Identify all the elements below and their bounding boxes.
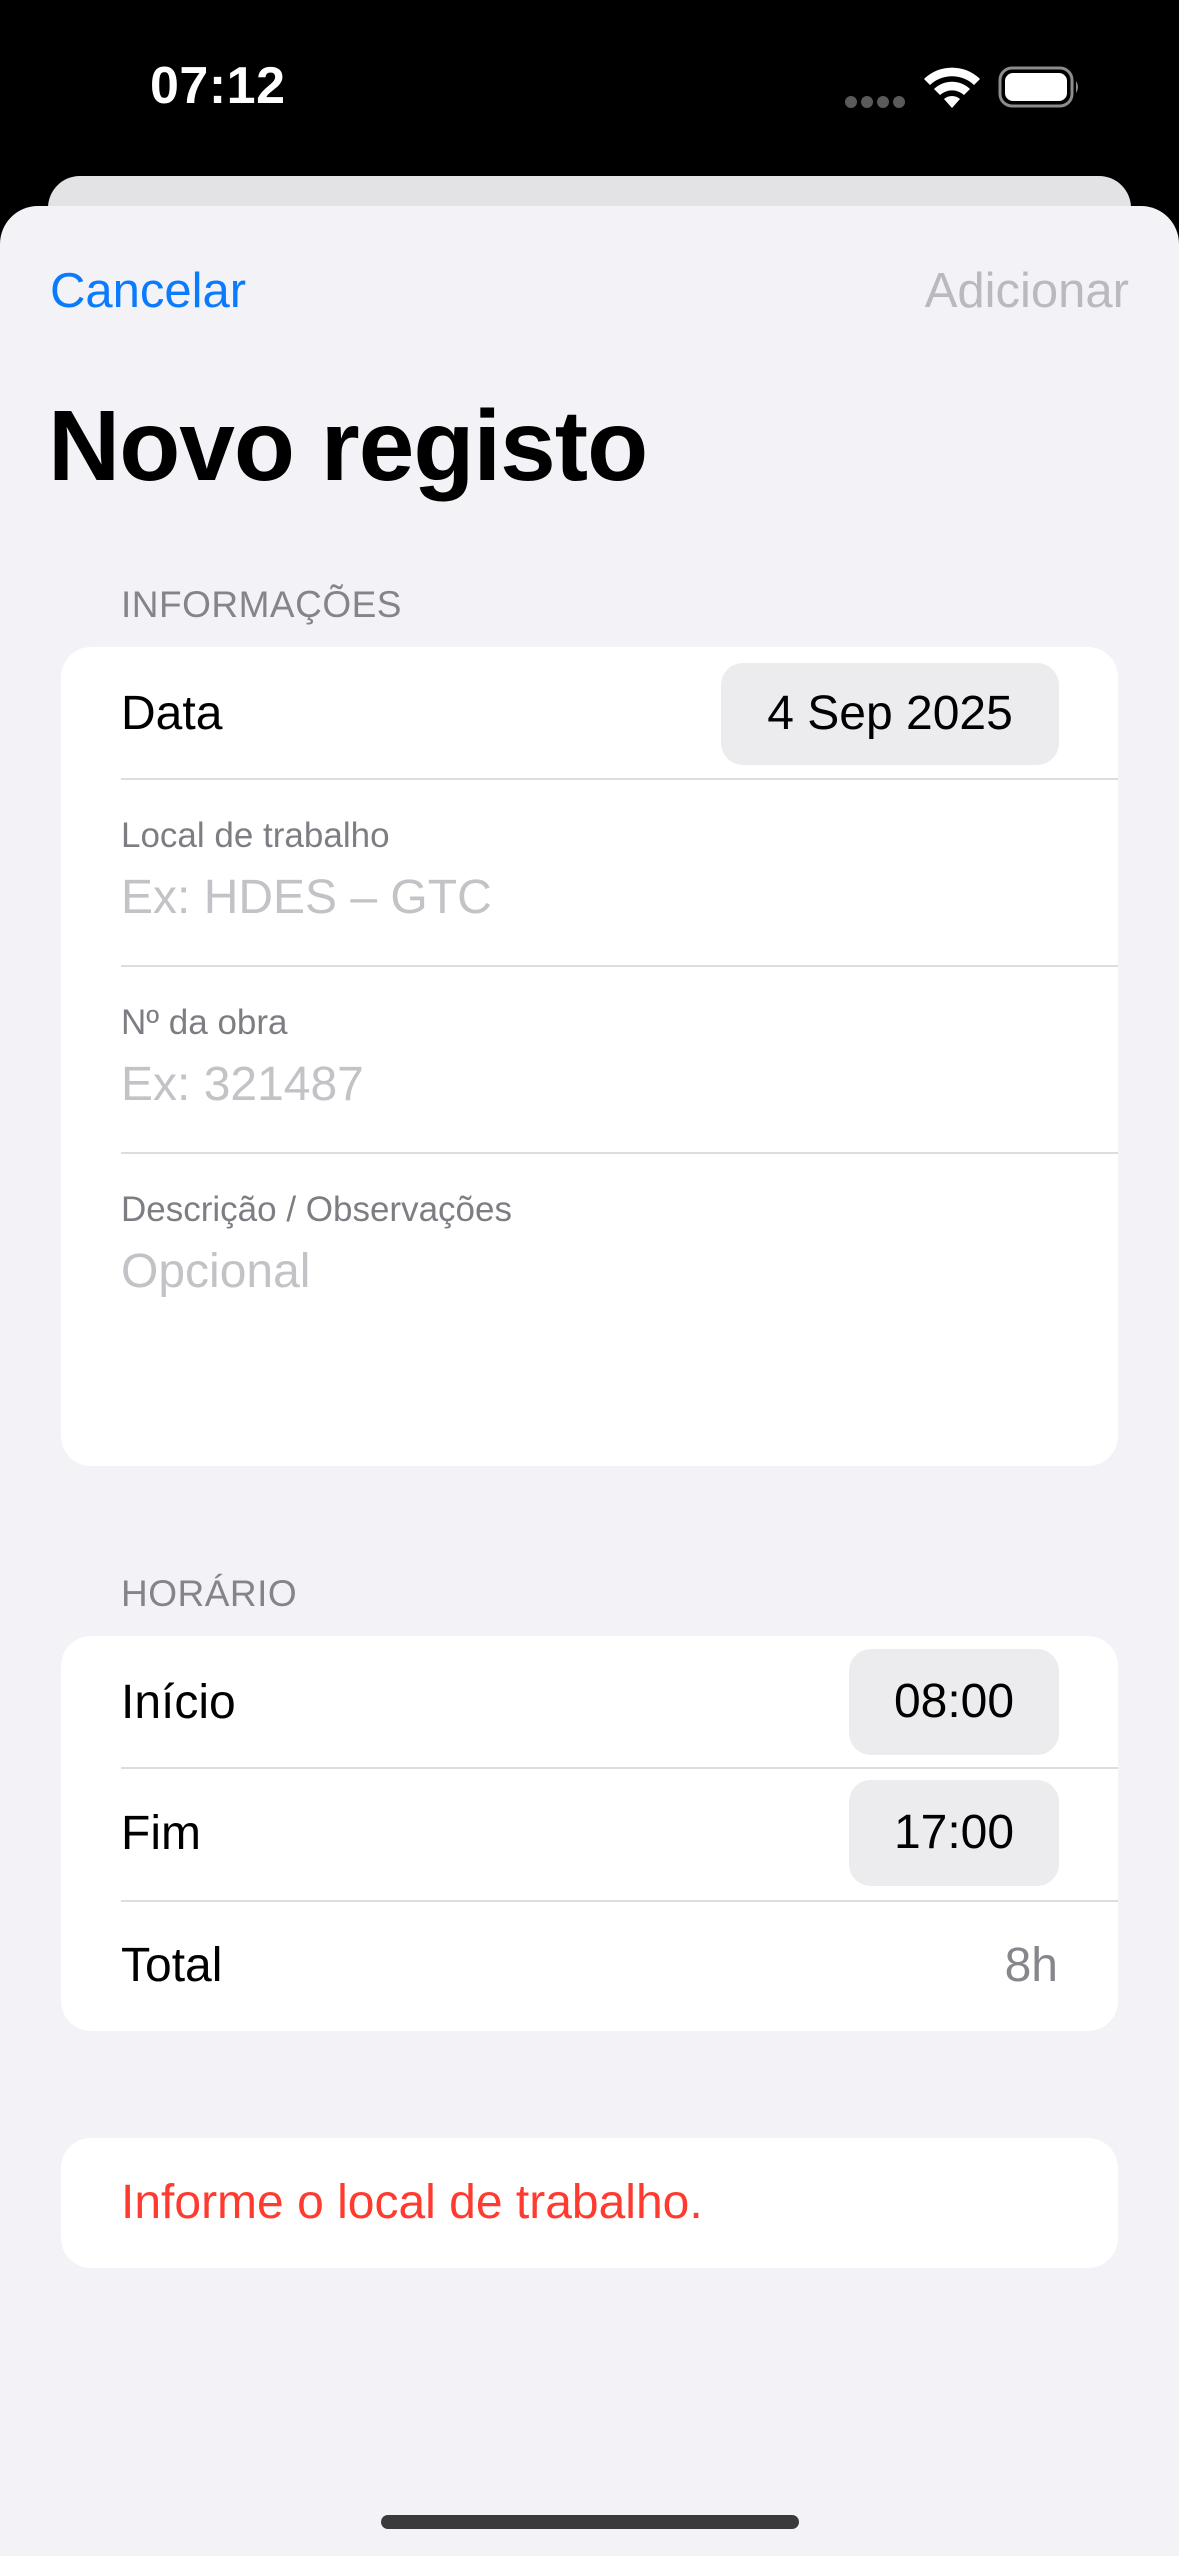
add-button[interactable]: Adicionar bbox=[925, 263, 1129, 319]
description-field: Descrição / Observações bbox=[61, 1154, 1118, 1466]
total-label: Total bbox=[121, 1939, 223, 1992]
wifi-icon bbox=[924, 67, 980, 108]
end-label: Fim bbox=[121, 1807, 201, 1860]
end-time-row: Fim 17:00 bbox=[61, 1769, 1118, 1900]
date-row: Data 4 Sep 2025 bbox=[61, 647, 1118, 778]
validation-card: Informe o local de trabalho. bbox=[61, 2138, 1118, 2268]
workplace-caption: Local de trabalho bbox=[121, 816, 390, 855]
start-time-picker[interactable]: 08:00 bbox=[849, 1649, 1059, 1755]
workplace-input[interactable] bbox=[121, 870, 1021, 925]
page-title: Novo registo bbox=[48, 390, 648, 502]
start-label: Início bbox=[121, 1676, 236, 1729]
schedule-card: Início 08:00 Fim 17:00 Total 8h bbox=[61, 1636, 1118, 2031]
cancel-button[interactable]: Cancelar bbox=[50, 263, 246, 319]
job-number-input[interactable] bbox=[121, 1057, 1021, 1112]
section-header-info: INFORMAÇÕES bbox=[121, 584, 402, 625]
validation-error-message: Informe o local de trabalho. bbox=[121, 2176, 703, 2229]
cellular-signal-icon bbox=[845, 96, 905, 108]
description-input[interactable] bbox=[121, 1244, 1021, 1299]
date-label: Data bbox=[121, 687, 223, 740]
workplace-field: Local de trabalho bbox=[61, 780, 1118, 965]
status-time: 07:12 bbox=[150, 57, 286, 115]
home-indicator[interactable] bbox=[381, 2515, 799, 2529]
start-time-row: Início 08:00 bbox=[61, 1636, 1118, 1767]
battery-icon bbox=[998, 66, 1078, 108]
section-header-schedule: HORÁRIO bbox=[121, 1573, 298, 1614]
total-hours-value: 8h bbox=[1004, 1939, 1058, 1992]
new-entry-sheet: Cancelar Adicionar Novo registo INFORMAÇ… bbox=[0, 206, 1179, 2556]
description-caption: Descrição / Observações bbox=[121, 1190, 512, 1229]
total-row: Total 8h bbox=[61, 1902, 1118, 2031]
job-number-field: Nº da obra bbox=[61, 967, 1118, 1152]
end-time-picker[interactable]: 17:00 bbox=[849, 1780, 1059, 1886]
info-card: Data 4 Sep 2025 Local de trabalho Nº da … bbox=[61, 647, 1118, 1466]
date-picker-button[interactable]: 4 Sep 2025 bbox=[721, 663, 1059, 765]
job-number-caption: Nº da obra bbox=[121, 1003, 288, 1042]
status-bar: 07:12 bbox=[0, 0, 1179, 170]
